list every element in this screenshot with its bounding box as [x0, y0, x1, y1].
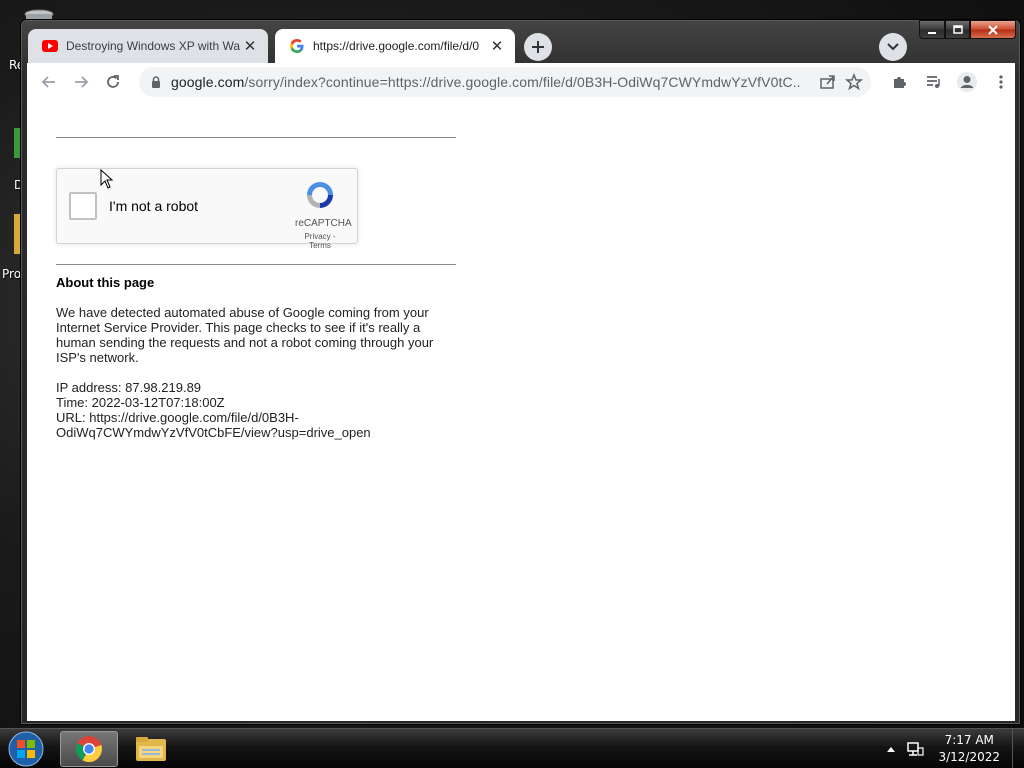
windows-start-icon — [8, 731, 44, 767]
divider — [56, 137, 456, 138]
address-bar[interactable]: google.com/sorry/index?continue=https://… — [139, 67, 871, 97]
chrome-icon — [76, 736, 102, 763]
tab-google-drive[interactable]: https://drive.google.com/file/d/0 ✕ — [275, 29, 515, 63]
system-tray: 7:17 AM 3/12/2022 — [886, 729, 1024, 768]
recaptcha-label: I'm not a robot — [109, 198, 199, 214]
address-url: google.com/sorry/index?continue=https://… — [171, 74, 801, 90]
start-button[interactable] — [6, 730, 46, 768]
show-hidden-icons-icon[interactable] — [886, 745, 896, 753]
taskbar-clock[interactable]: 7:17 AM 3/12/2022 — [938, 732, 1000, 766]
google-icon — [290, 39, 304, 53]
taskbar-chrome[interactable] — [60, 731, 118, 767]
folder-icon — [136, 737, 166, 761]
youtube-icon — [42, 40, 58, 52]
show-desktop-button[interactable] — [1012, 729, 1024, 768]
profile-button[interactable] — [951, 66, 983, 98]
recaptcha-checkbox[interactable] — [69, 192, 97, 220]
tab-youtube[interactable]: Destroying Windows XP with Wa ✕ — [28, 29, 268, 63]
taskbar-explorer[interactable] — [122, 731, 180, 767]
clock-date: 3/12/2022 — [938, 750, 1000, 764]
tab-close-icon[interactable]: ✕ — [242, 37, 258, 55]
network-icon[interactable] — [906, 740, 925, 758]
mouse-cursor-icon — [100, 169, 114, 189]
url-host: google.com — [171, 74, 245, 90]
recaptcha-logo: reCAPTCHA Privacy - Terms — [295, 179, 352, 250]
puzzle-icon — [894, 77, 906, 88]
url-path: /sorry/index?continue=https://drive.goog… — [244, 74, 801, 90]
toolbar-right — [883, 66, 1017, 98]
tab-search-button[interactable] — [879, 33, 907, 61]
playlist-icon — [927, 76, 940, 88]
kebab-menu-icon — [999, 75, 1003, 89]
back-button[interactable] — [33, 66, 65, 98]
page-content: I'm not a robot reCAPTCHA Privacy - Term… — [27, 101, 1015, 721]
desktop-label-pro: Pro — [2, 267, 22, 281]
profile-avatar-icon — [957, 72, 977, 92]
forward-arrow-icon — [75, 76, 89, 88]
taskbar: 7:17 AM 3/12/2022 — [0, 728, 1024, 768]
divider — [56, 264, 456, 265]
menu-button[interactable] — [985, 66, 1017, 98]
plus-icon — [532, 41, 544, 53]
browser-toolbar: google.com/sorry/index?continue=https://… — [27, 63, 1015, 101]
time-line: Time: 2022-03-12T07:18:00Z — [56, 395, 225, 410]
recaptcha-brand: reCAPTCHA — [295, 218, 352, 229]
chevron-down-icon — [887, 43, 899, 51]
bookmark-star-icon[interactable] — [845, 73, 863, 91]
reload-button[interactable] — [97, 66, 129, 98]
new-tab-button[interactable] — [524, 33, 552, 61]
clock-time: 7:17 AM — [944, 733, 994, 747]
back-arrow-icon — [41, 76, 55, 88]
tab-close-icon[interactable]: ✕ — [489, 37, 505, 55]
recaptcha-links[interactable]: Privacy - Terms — [295, 232, 345, 250]
browser-window: Destroying Windows XP with Wa ✕ https://… — [20, 19, 1021, 725]
tab-title: Destroying Windows XP with Wa — [66, 39, 241, 53]
tab-title: https://drive.google.com/file/d/0 — [313, 39, 480, 53]
forward-button[interactable] — [65, 66, 97, 98]
ip-address-line: IP address: 87.98.219.89 — [56, 380, 202, 395]
lock-icon — [152, 75, 160, 88]
about-paragraph: We have detected automated abuse of Goog… — [56, 305, 434, 365]
recaptcha-icon — [307, 182, 333, 208]
url-line: URL: https://drive.google.com/file/d/0B3… — [56, 410, 371, 440]
extensions-button[interactable] — [883, 66, 915, 98]
media-control-button[interactable] — [917, 66, 949, 98]
reload-icon — [107, 75, 119, 88]
tab-strip: Destroying Windows XP with Wa ✕ https://… — [28, 29, 1020, 63]
omnibox-actions — [819, 67, 863, 97]
about-heading: About this page — [56, 275, 155, 290]
share-icon[interactable] — [819, 74, 837, 90]
